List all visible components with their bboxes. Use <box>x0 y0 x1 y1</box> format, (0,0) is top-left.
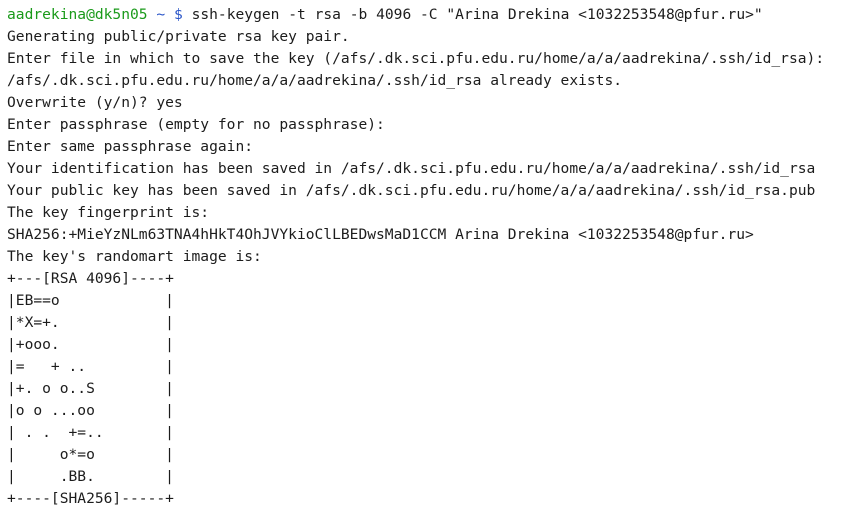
randomart-line: |= + .. | <box>7 358 174 375</box>
output-line: Your identification has been saved in /a… <box>7 160 816 177</box>
randomart-line: | . . +=.. | <box>7 424 174 441</box>
output-line: /afs/.dk.sci.pfu.edu.ru/home/a/a/aadreki… <box>7 72 623 89</box>
command-text: ssh-keygen -t rsa -b 4096 -C "Arina Drek… <box>191 6 763 23</box>
output-line: Enter same passphrase again: <box>7 138 254 155</box>
prompt-line: aadrekina@dk5n05 ~ $ ssh-keygen -t rsa -… <box>7 4 867 26</box>
output-line: Generating public/private rsa key pair. <box>7 28 350 45</box>
output-line: The key fingerprint is: <box>7 204 210 221</box>
randomart-line: | .BB. | <box>7 468 174 485</box>
output-line: The key's randomart image is: <box>7 248 262 265</box>
output-line: Your public key has been saved in /afs/.… <box>7 182 816 199</box>
prompt-symbol: $ <box>173 6 183 23</box>
randomart-line: |+. o o..S | <box>7 380 174 397</box>
randomart-line: |+ooo. | <box>7 336 174 353</box>
fingerprint-line: SHA256:+MieYzNLm63TNA4hHkT4OhJVYkioClLBE… <box>7 226 754 243</box>
output-line: Overwrite (y/n)? yes <box>7 94 183 111</box>
randomart-line: |EB==o | <box>7 292 174 309</box>
randomart-line: |o o ...oo | <box>7 402 174 419</box>
randomart-line: +---[RSA 4096]----+ <box>7 270 174 287</box>
randomart-line: |*X=+. | <box>7 314 174 331</box>
randomart-line: +----[SHA256]-----+ <box>7 490 174 507</box>
prompt-path: ~ <box>156 6 166 23</box>
output-line: Enter passphrase (empty for no passphras… <box>7 116 385 133</box>
output-line: Enter file in which to save the key (/af… <box>7 50 825 67</box>
terminal-window[interactable]: aadrekina@dk5n05 ~ $ ssh-keygen -t rsa -… <box>0 0 867 510</box>
randomart-line: | o*=o | <box>7 446 174 463</box>
prompt-user-host: aadrekina@dk5n05 <box>7 6 148 23</box>
